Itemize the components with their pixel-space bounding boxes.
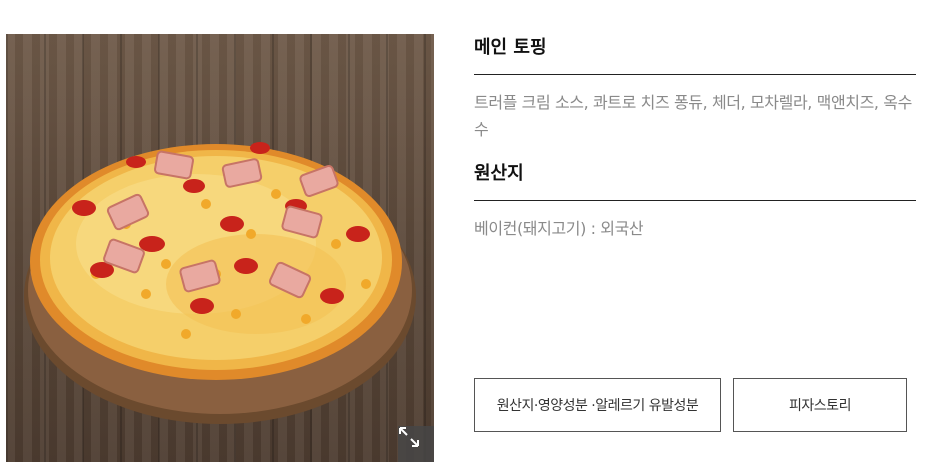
product-detail: 메인 토핑 트러플 크림 소스, 콰트로 치즈 퐁듀, 체더, 모차렐라, 맥앤… (0, 0, 928, 471)
main-topping-title: 메인 토핑 (474, 34, 916, 75)
main-topping-text: 트러플 크림 소스, 콰트로 치즈 퐁듀, 체더, 모차렐라, 맥앤치즈, 옥수… (474, 93, 912, 139)
product-info: 메인 토핑 트러플 크림 소스, 콰트로 치즈 퐁듀, 체더, 모차렐라, 맥앤… (474, 34, 916, 242)
action-buttons: 원산지·영양성분 ·알레르기 유발성분 피자스토리 (474, 378, 907, 432)
origin-nutrition-allergy-button[interactable]: 원산지·영양성분 ·알레르기 유발성분 (474, 378, 721, 432)
main-topping-section: 메인 토핑 트러플 크림 소스, 콰트로 치즈 퐁듀, 체더, 모차렐라, 맥앤… (474, 34, 916, 160)
pizza-illustration (24, 142, 416, 424)
origin-title: 원산지 (474, 160, 916, 201)
origin-text: 베이컨(돼지고기) : 외국산 (474, 219, 644, 238)
zoom-button[interactable] (398, 426, 434, 462)
expand-icon (399, 427, 419, 447)
origin-section: 원산지 베이컨(돼지고기) : 외국산 (474, 160, 916, 242)
pizza-story-button[interactable]: 피자스토리 (733, 378, 907, 432)
pizza-image (6, 34, 434, 462)
